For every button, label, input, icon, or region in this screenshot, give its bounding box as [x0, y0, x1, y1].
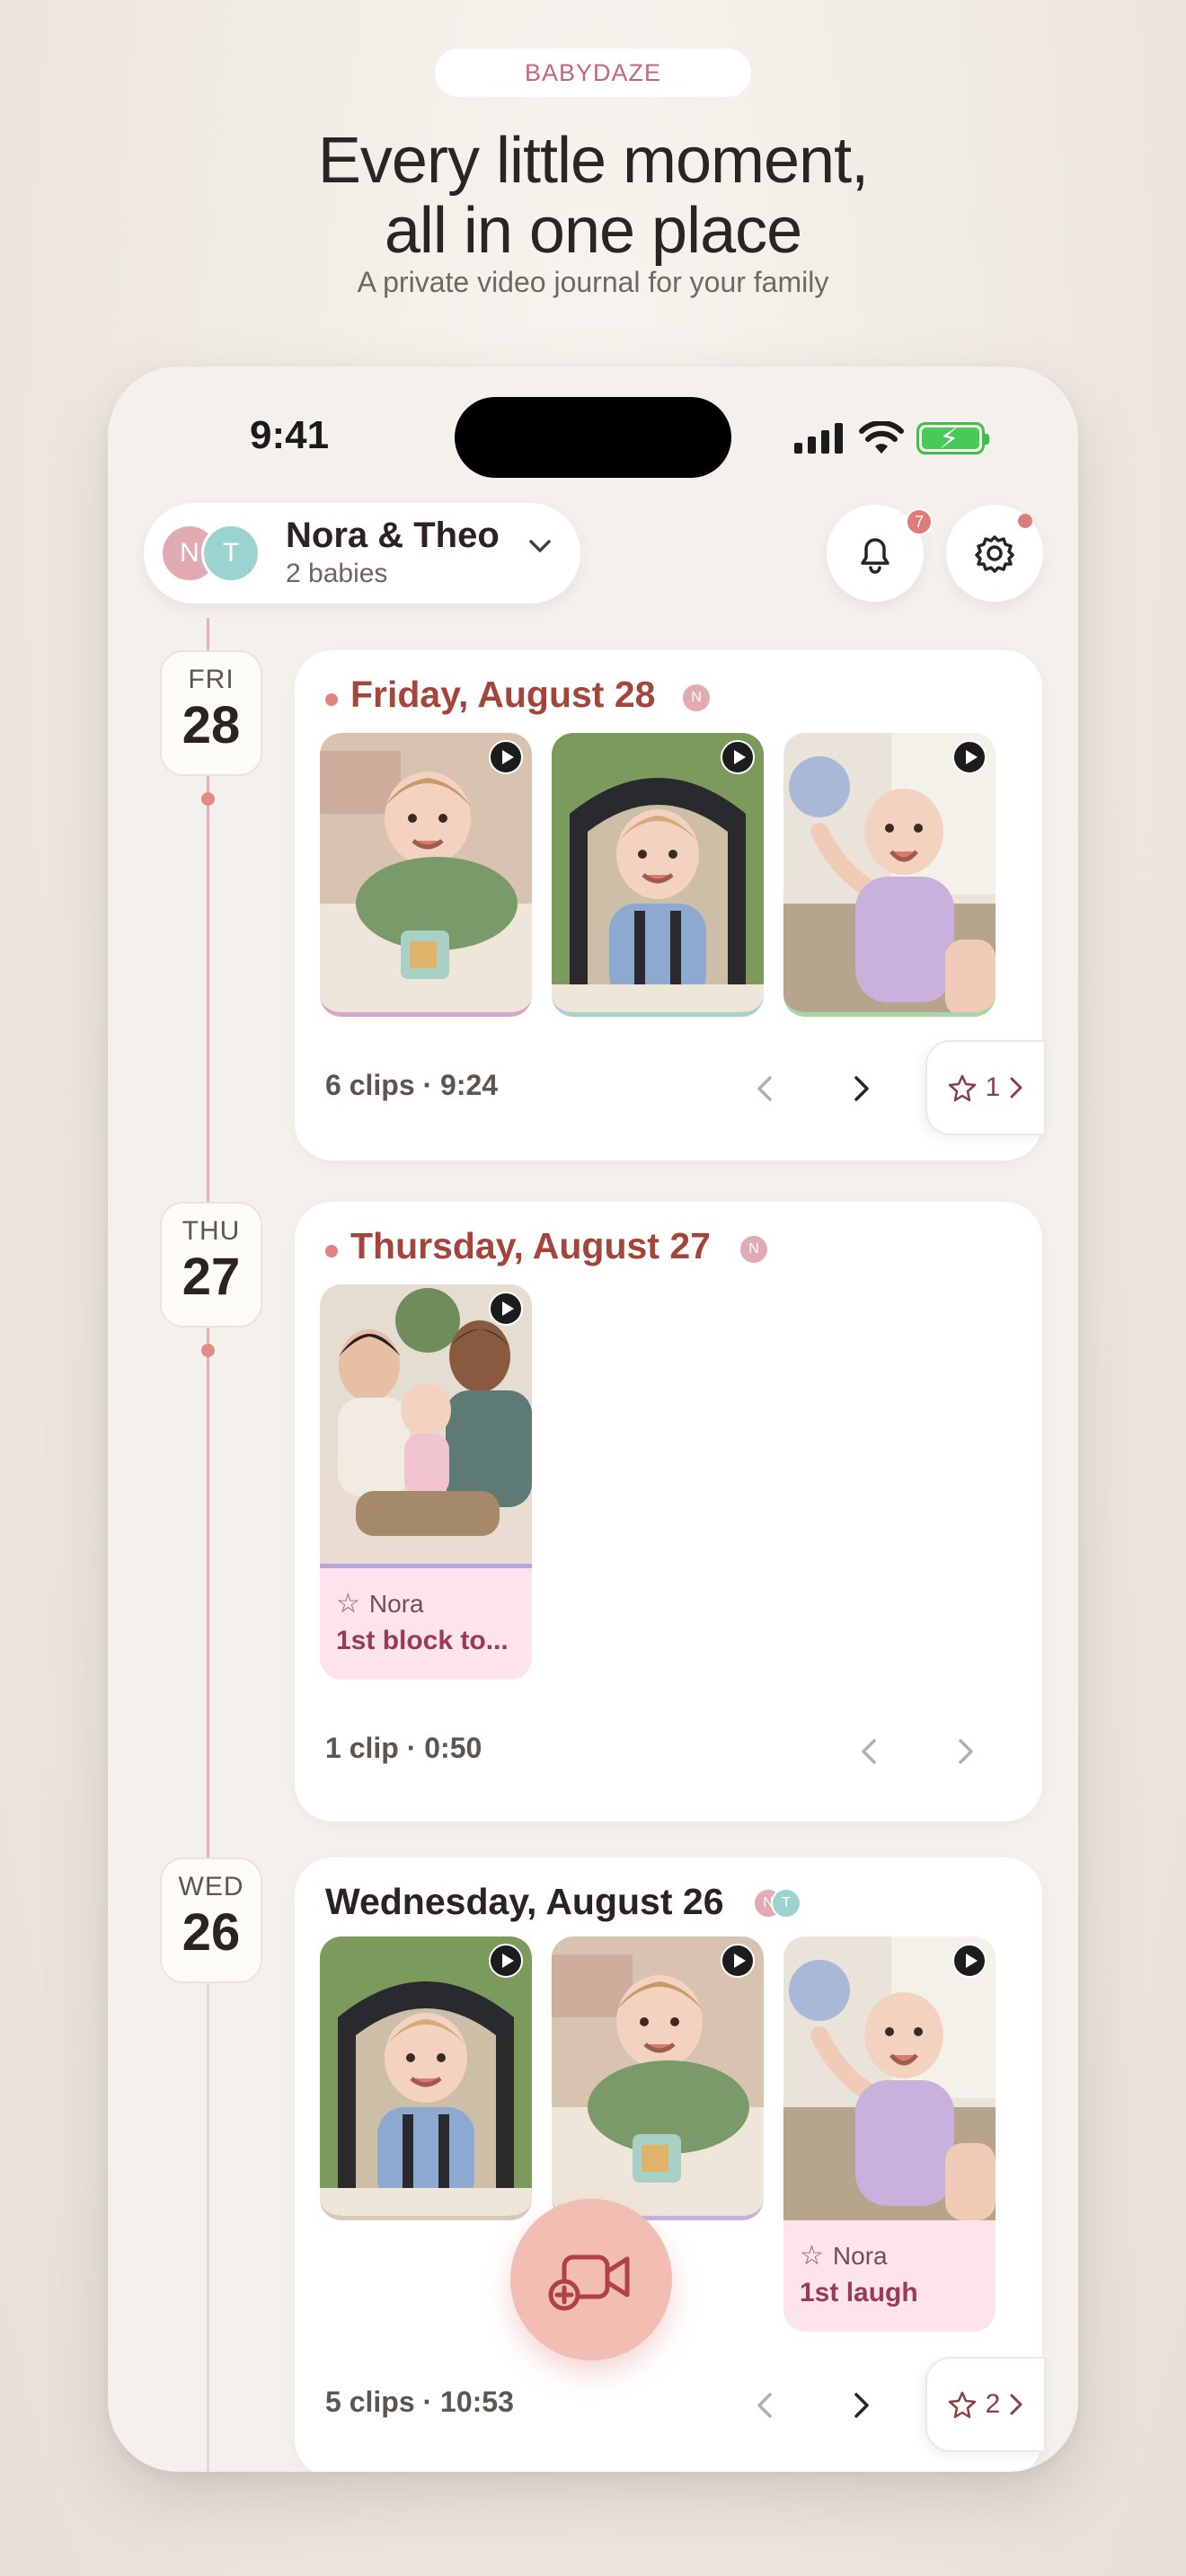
favorites-pill[interactable]: 2 — [925, 2357, 1046, 2452]
avatar-theo: T — [201, 524, 261, 583]
star-icon — [948, 2391, 976, 2419]
video-add-icon — [548, 2254, 630, 2311]
profile-count: 2 babies — [286, 559, 388, 588]
star-icon: ☆ — [800, 2241, 824, 2271]
tagged-clip-baby: ☆ Nora — [800, 2240, 888, 2272]
dynamic-island — [455, 397, 731, 478]
favorites-count: 1 — [985, 1072, 1001, 1102]
day-card-friday: Friday, August 28 N 6 clips · 9:24 1 — [295, 650, 1046, 1160]
tagged-clip-title: 1st block to... — [336, 1626, 509, 1655]
chevron-left-icon[interactable] — [859, 1737, 879, 1766]
date-chip-day: 27 — [181, 1248, 241, 1306]
subheadline: A private video journal for your family — [357, 266, 829, 298]
date-chip-day: 26 — [181, 1903, 241, 1962]
tagged-baby-name: Nora — [368, 1590, 424, 1618]
date-chip-thu-27: THU 27 — [160, 1202, 262, 1328]
signal-icon — [794, 423, 843, 454]
wifi-icon — [859, 421, 904, 454]
play-icon — [489, 1944, 523, 1978]
day-title[interactable]: Thursday, August 27 — [350, 1225, 711, 1267]
star-icon — [948, 1074, 976, 1102]
day-title[interactable]: Wednesday, August 26 — [325, 1881, 724, 1923]
chevron-left-icon[interactable] — [755, 1074, 774, 1103]
tagged-clip-baby: ☆ Nora — [336, 1588, 424, 1619]
date-chip-dow: FRI — [188, 665, 235, 694]
day-title[interactable]: Friday, August 28 — [350, 674, 655, 716]
record-video-button[interactable] — [510, 2199, 672, 2360]
date-chip-day: 28 — [181, 696, 241, 754]
brand-pill: BABYDAZE — [435, 49, 751, 97]
chevron-down-icon — [529, 540, 551, 552]
play-icon — [721, 740, 755, 774]
headline-line-2: all in one place — [384, 195, 802, 267]
clip-thumbnail — [783, 1936, 996, 2220]
phone-frame: 9:41 ⚡ N T Nora & Theo 2 babies 7 FRI 28… — [108, 366, 1078, 2472]
favorites-pill[interactable]: 1 — [925, 1040, 1046, 1135]
settings-indicator-dot — [1018, 514, 1032, 528]
tagged-clip-card[interactable]: ☆ Nora 1st block to... — [320, 1284, 532, 1680]
chevron-right-icon[interactable] — [852, 2391, 872, 2420]
status-icons: ⚡ — [794, 420, 989, 456]
clip-thumbnail[interactable] — [320, 1936, 532, 2220]
day-card-wednesday: Wednesday, August 26 N T ☆ Nora 1st laug… — [295, 1857, 1046, 2472]
notification-badge: 7 — [906, 508, 933, 535]
chevron-right-icon — [1010, 1077, 1022, 1098]
tagged-clip-card[interactable]: ☆ Nora 1st laugh — [783, 1936, 996, 2332]
status-time: 9:41 — [250, 413, 330, 457]
baby-switcher[interactable]: N T Nora & Theo 2 babies — [144, 503, 580, 604]
play-icon — [952, 740, 987, 774]
clip-thumbnail[interactable] — [552, 1936, 764, 2220]
clip-thumbnail — [320, 1284, 532, 1568]
date-chip-fri-28: FRI 28 — [160, 650, 262, 776]
timeline-dot — [201, 792, 215, 806]
clips-summary: 1 clip · 0:50 — [325, 1732, 482, 1764]
gear-icon — [975, 535, 1014, 573]
clips-summary: 6 clips · 9:24 — [325, 1069, 499, 1101]
star-icon: ☆ — [336, 1589, 360, 1619]
play-icon — [489, 1292, 523, 1326]
clip-thumbnail[interactable] — [552, 733, 764, 1017]
play-icon — [489, 740, 523, 774]
play-icon — [952, 1944, 987, 1978]
clip-thumbnail[interactable] — [783, 733, 996, 1017]
timeline-line — [207, 618, 209, 2472]
tagged-clip-title: 1st laugh — [800, 2278, 918, 2307]
day-card-thursday: Thursday, August 27 N ☆ Nora 1st block t… — [295, 1202, 1042, 1822]
timeline-dot — [201, 1344, 215, 1357]
avatar-theo-mini: T — [771, 1888, 801, 1919]
headline: Every little moment, all in one place — [0, 126, 1186, 266]
avatar-nora-mini: N — [681, 683, 712, 713]
clip-thumbnail[interactable] — [320, 733, 532, 1017]
profile-name: Nora & Theo — [286, 516, 500, 555]
tagged-baby-name: Nora — [832, 2242, 888, 2270]
favorites-count: 2 — [985, 2389, 1001, 2419]
play-icon — [721, 1944, 755, 1978]
bell-icon — [861, 538, 890, 574]
unseen-dot — [325, 1245, 338, 1257]
chevron-left-icon[interactable] — [755, 2391, 774, 2420]
date-chip-dow: THU — [181, 1216, 241, 1246]
avatar-nora-mini: N — [739, 1234, 769, 1265]
chevron-right-icon[interactable] — [852, 1074, 872, 1103]
date-chip-wed-26: WED 26 — [160, 1857, 262, 1983]
date-chip-dow: WED — [178, 1872, 244, 1901]
chevron-right-icon — [1010, 2394, 1022, 2415]
chevron-right-icon[interactable] — [956, 1737, 976, 1766]
headline-line-1: Every little moment, — [317, 125, 869, 197]
unseen-dot — [325, 693, 338, 706]
clips-summary: 5 clips · 10:53 — [325, 2386, 514, 2418]
battery-icon: ⚡ — [916, 422, 989, 454]
